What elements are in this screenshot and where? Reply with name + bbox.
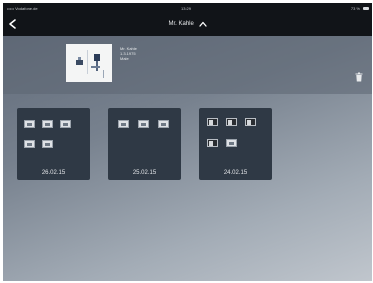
trash-icon[interactable] [355,72,363,82]
battery-icon [363,7,369,10]
series-thumbnail-icon[interactable] [138,120,149,128]
patient-info: Mr. Kahle 1.3.1975 Male [120,46,137,62]
series-thumbnail-icon[interactable] [158,120,169,128]
series-thumbnail-icon[interactable] [118,120,129,128]
study-card[interactable]: 24.02.15 [199,108,272,180]
patient-sex: Male [120,56,129,62]
status-time: 13:29 [181,6,192,11]
series-thumbnail-icon[interactable] [226,118,237,126]
series-thumbnail-icon[interactable] [42,140,53,148]
series-thumbnail-icon[interactable] [60,120,71,128]
patient-header: Mr. Kahle 1.3.1975 Male [3,36,372,94]
series-thumbnail-icon[interactable] [207,118,218,126]
series-thumbnail-icon[interactable] [207,139,218,147]
nav-title: Mr. Kahle [168,21,194,27]
study-card[interactable]: 25.02.15 [108,108,181,180]
study-date: 25.02.15 [132,170,157,176]
app-screen: ••••• Vodafone.de 13:29 73 % Mr. Kahle M… [3,3,372,281]
series-thumbnail-icon[interactable] [226,139,237,147]
series-thumbnail-icon[interactable] [24,140,35,148]
patient-thumbnail[interactable] [66,44,112,82]
series-thumbnail-icon[interactable] [42,120,53,128]
chevron-up-icon [198,21,207,27]
series-thumbnail-icon[interactable] [245,118,256,126]
study-date: 24.02.15 [223,170,248,176]
series-thumbnail-icon[interactable] [24,120,35,128]
study-card[interactable]: 26.02.15 [17,108,90,180]
patient-title-toggle[interactable]: Mr. Kahle [3,21,372,28]
status-battery: 73 % [350,6,360,11]
top-bar: ••••• Vodafone.de 13:29 73 % Mr. Kahle [3,3,372,36]
status-carrier: ••••• Vodafone.de [7,6,38,11]
study-date: 26.02.15 [41,170,66,176]
